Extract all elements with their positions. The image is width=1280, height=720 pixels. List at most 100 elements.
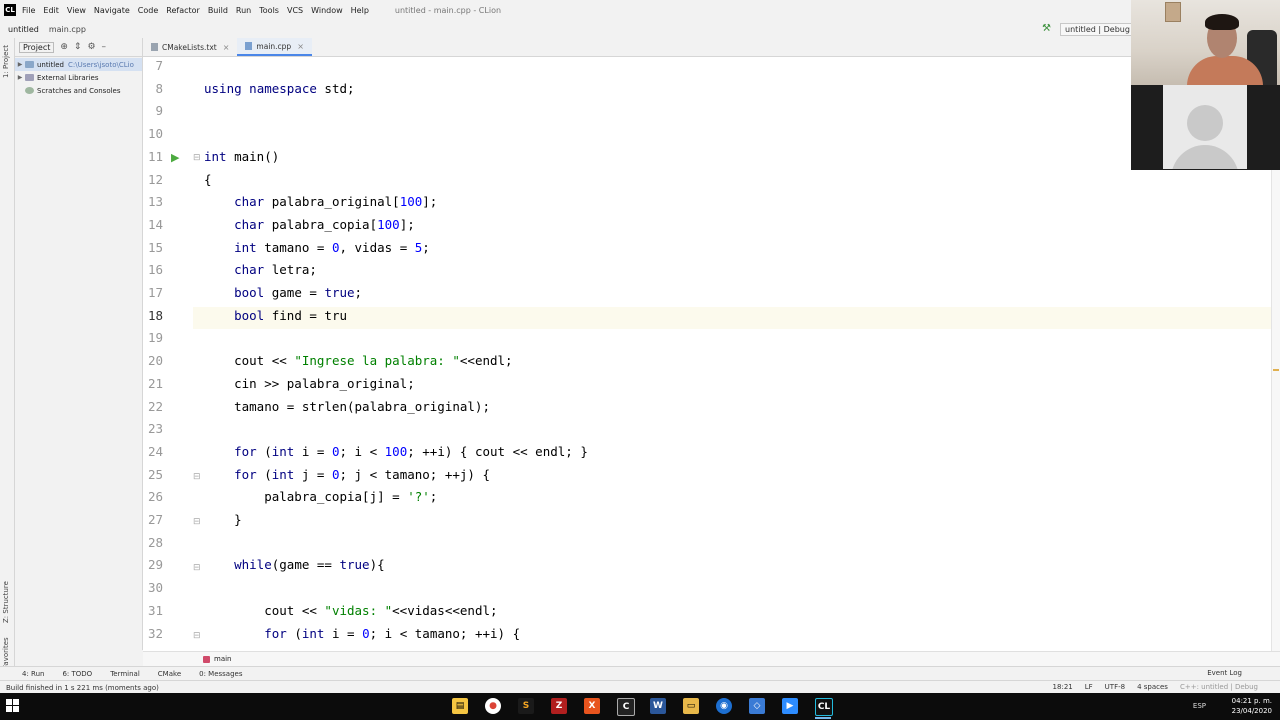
scroll-marker	[1273, 369, 1279, 371]
structure-tool-button[interactable]: Z: Structure	[2, 581, 10, 623]
fold-marker-icon[interactable]: ⊟	[193, 631, 201, 641]
code-editor[interactable]: ▶ ⊟ ⊟ ⊟ ⊟ ⊟ 7 8 using namespace std; 9 10 11 i…	[143, 57, 1271, 651]
word-icon[interactable]: W	[650, 698, 666, 714]
fold-marker-icon[interactable]: ⊟	[193, 153, 201, 163]
line-number: 28	[147, 534, 163, 550]
chevron-right-icon[interactable]: ▶	[15, 74, 25, 81]
tree-item-label: External Libraries	[37, 73, 99, 82]
menu-vcs[interactable]: VCS	[287, 6, 303, 15]
code-line[interactable]: cout << "Ingrese la palabra: "<<endl;	[204, 353, 512, 368]
tree-item-label: Scratches and Consoles	[37, 86, 121, 95]
file-encoding[interactable]: UTF-8	[1105, 683, 1125, 691]
sublime-icon[interactable]: S	[518, 698, 534, 714]
code-line[interactable]: tamano = strlen(palabra_original);	[204, 399, 490, 414]
code-line[interactable]: for (int i = 0; i < 100; ++i) { cout << …	[204, 444, 588, 459]
line-number: 13	[147, 194, 163, 210]
code-line[interactable]: char palabra_original[100];	[204, 194, 437, 209]
zoom-icon[interactable]: ▶	[782, 698, 798, 714]
code-line[interactable]: char palabra_copia[100];	[204, 217, 415, 232]
file-explorer-icon[interactable]: ▭	[683, 698, 699, 714]
line-number: 16	[147, 262, 163, 278]
menu-run[interactable]: Run	[236, 6, 251, 15]
code-line[interactable]: bool find = tru	[204, 308, 347, 323]
menu-refactor[interactable]: Refactor	[166, 6, 200, 15]
avatar-head-icon	[1187, 105, 1223, 141]
line-separator[interactable]: LF	[1085, 683, 1093, 691]
tree-item-external-libraries[interactable]: ▶ External Libraries	[15, 71, 142, 84]
code-line[interactable]: palabra_copia[j] = '?';	[204, 489, 437, 504]
project-view-select[interactable]: Project	[19, 41, 55, 53]
messages-tool-button[interactable]: 0: Messages	[199, 670, 242, 678]
run-gutter-icon[interactable]: ▶	[171, 151, 179, 164]
hide-icon[interactable]: –	[102, 42, 107, 52]
breadcrumb-main[interactable]: main	[214, 655, 232, 663]
menu-navigate[interactable]: Navigate	[94, 6, 130, 15]
windows-start-icon[interactable]	[6, 699, 20, 713]
code-line[interactable]: int main()	[204, 149, 279, 164]
tree-item-scratches[interactable]: Scratches and Consoles	[15, 84, 142, 97]
close-icon[interactable]: ×	[223, 43, 230, 52]
clion-logo-icon: CL	[4, 4, 16, 16]
project-tool-button[interactable]: 1: Project	[2, 45, 10, 78]
line-number: 30	[147, 580, 163, 596]
tab-label: CMakeLists.txt	[162, 42, 217, 52]
left-tool-strip: 1: Project Z: Structure 2: Favorites	[0, 38, 15, 678]
menu-tools[interactable]: Tools	[259, 6, 279, 15]
code-line[interactable]: cin >> palabra_original;	[204, 376, 415, 391]
terminal-tool-button[interactable]: Terminal	[110, 670, 140, 678]
code-line[interactable]: bool game = true;	[204, 285, 362, 300]
nav-file[interactable]: main.cpp	[49, 25, 86, 34]
collapse-all-icon[interactable]: ⇕	[74, 42, 82, 52]
code-line[interactable]: char letra;	[204, 262, 317, 277]
function-icon	[203, 655, 210, 663]
menu-build[interactable]: Build	[208, 6, 228, 15]
close-icon[interactable]: ×	[297, 42, 304, 51]
menu-window[interactable]: Window	[311, 6, 343, 15]
code-line[interactable]: cout << "vidas: "<<vidas<<endl;	[204, 603, 497, 618]
line-number: 14	[147, 216, 163, 232]
filezilla-icon[interactable]: Z	[551, 698, 567, 714]
menu-file[interactable]: File	[22, 6, 35, 15]
app-icon[interactable]: ◉	[716, 698, 732, 714]
run-tool-button[interactable]: 4: Run	[22, 670, 44, 678]
code-line[interactable]: while(game == true){	[204, 557, 385, 572]
code-line[interactable]: {	[204, 172, 212, 187]
code-line[interactable]: using namespace std;	[204, 81, 355, 96]
fold-marker-icon[interactable]: ⊟	[193, 563, 201, 573]
console-icon[interactable]: C	[617, 698, 635, 716]
chrome-icon[interactable]: ●	[485, 698, 501, 714]
fold-marker-icon[interactable]: ⊟	[193, 472, 201, 482]
indent-setting[interactable]: 4 spaces	[1137, 683, 1168, 691]
xampp-icon[interactable]: X	[584, 698, 600, 714]
code-line[interactable]: int tamano = 0, vidas = 5;	[204, 240, 430, 255]
store-icon[interactable]: ▤	[452, 698, 468, 714]
locate-icon[interactable]: ⊕	[60, 42, 68, 52]
todo-tool-button[interactable]: 6: TODO	[62, 670, 92, 678]
tab-main-cpp[interactable]: main.cpp ×	[237, 38, 312, 56]
code-line[interactable]: }	[204, 512, 242, 527]
build-hammer-icon[interactable]: ⚒	[1042, 23, 1051, 34]
gear-icon[interactable]: ⚙	[87, 42, 95, 52]
context-switcher[interactable]: C++: untitled | Debug	[1180, 683, 1258, 691]
run-configuration-select[interactable]: untitled | Debug	[1060, 23, 1135, 36]
tab-label: main.cpp	[256, 41, 292, 51]
menu-view[interactable]: View	[67, 6, 86, 15]
event-log-button[interactable]: Event Log	[1207, 669, 1242, 677]
system-clock[interactable]: 04:21 p. m. 23/04/2020	[1232, 696, 1272, 716]
code-line[interactable]: for (int j = 0; j < tamano; ++j) {	[204, 467, 490, 482]
cmake-tool-button[interactable]: CMake	[158, 670, 181, 678]
tab-cmakelists[interactable]: CMakeLists.txt ×	[143, 38, 237, 56]
menu-help[interactable]: Help	[351, 6, 369, 15]
tree-item-untitled[interactable]: ▶ untitled C:\Users\jsoto\CLio	[15, 58, 142, 71]
clion-taskbar-icon[interactable]: CL	[815, 698, 833, 716]
vscode-icon[interactable]: ◇	[749, 698, 765, 714]
menu-code[interactable]: Code	[138, 6, 158, 15]
status-message[interactable]: Build finished in 1 s 221 ms (moments ag…	[6, 684, 159, 692]
nav-project[interactable]: untitled	[8, 25, 39, 34]
menu-edit[interactable]: Edit	[43, 6, 59, 15]
chevron-right-icon[interactable]: ▶	[15, 61, 25, 68]
caret-position[interactable]: 18:21	[1053, 683, 1073, 691]
fold-marker-icon[interactable]: ⊟	[193, 517, 201, 527]
tray-language[interactable]: ESP	[1193, 702, 1206, 710]
code-line[interactable]: for (int i = 0; i < tamano; ++i) {	[204, 626, 520, 641]
